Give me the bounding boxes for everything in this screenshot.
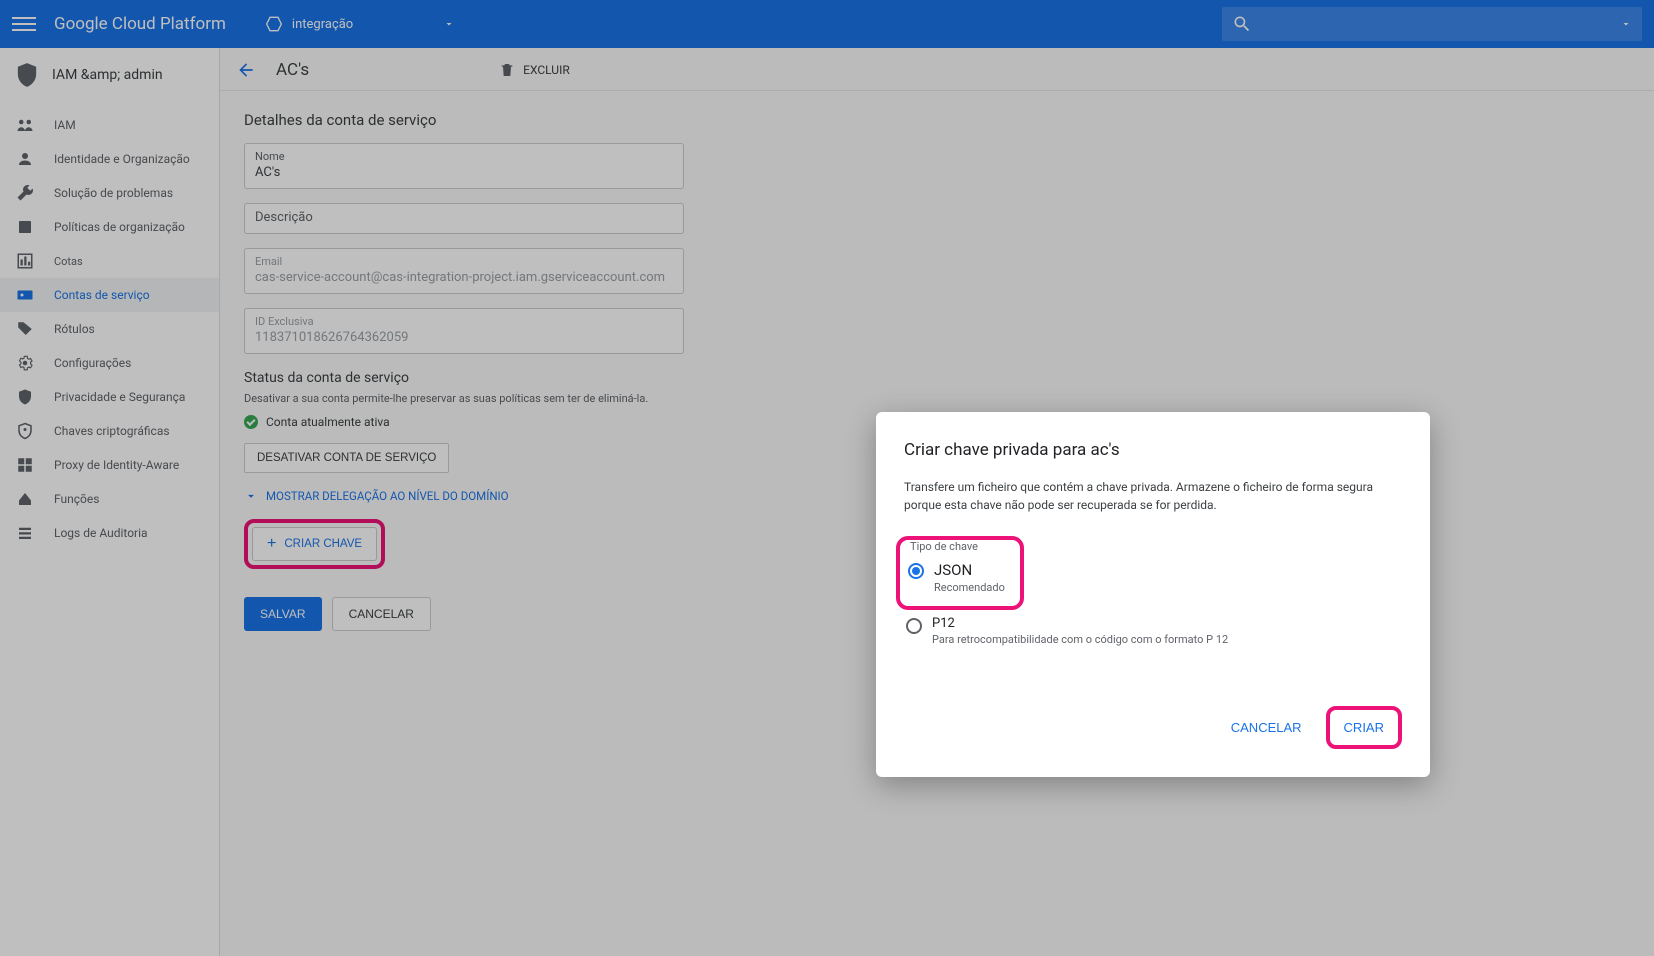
dialog-create-button[interactable]: CRIAR <box>1330 710 1398 745</box>
dialog-title: Criar chave privada para ac's <box>904 440 1402 460</box>
radio-p12-sub: Para retrocompatibilidade com o código c… <box>932 633 1228 646</box>
radio-icon <box>908 563 924 579</box>
highlight-create-button: CRIAR <box>1326 706 1402 749</box>
radio-json-label: JSON <box>934 561 1005 579</box>
radio-json[interactable]: JSON Recomendado <box>906 557 1014 600</box>
key-type-legend: Tipo de chave <box>906 540 1014 553</box>
radio-json-sub: Recomendado <box>934 581 1005 594</box>
create-key-dialog: Criar chave privada para ac's Transfere … <box>876 412 1430 777</box>
dialog-description: Transfere um ficheiro que contém a chave… <box>904 478 1402 514</box>
radio-p12[interactable]: P12 Para retrocompatibilidade com o códi… <box>904 612 1402 652</box>
dialog-cancel-button[interactable]: CANCELAR <box>1217 710 1316 745</box>
radio-p12-label: P12 <box>932 616 1228 631</box>
radio-icon <box>906 618 922 634</box>
highlight-json-option: Tipo de chave JSON Recomendado <box>896 536 1024 610</box>
